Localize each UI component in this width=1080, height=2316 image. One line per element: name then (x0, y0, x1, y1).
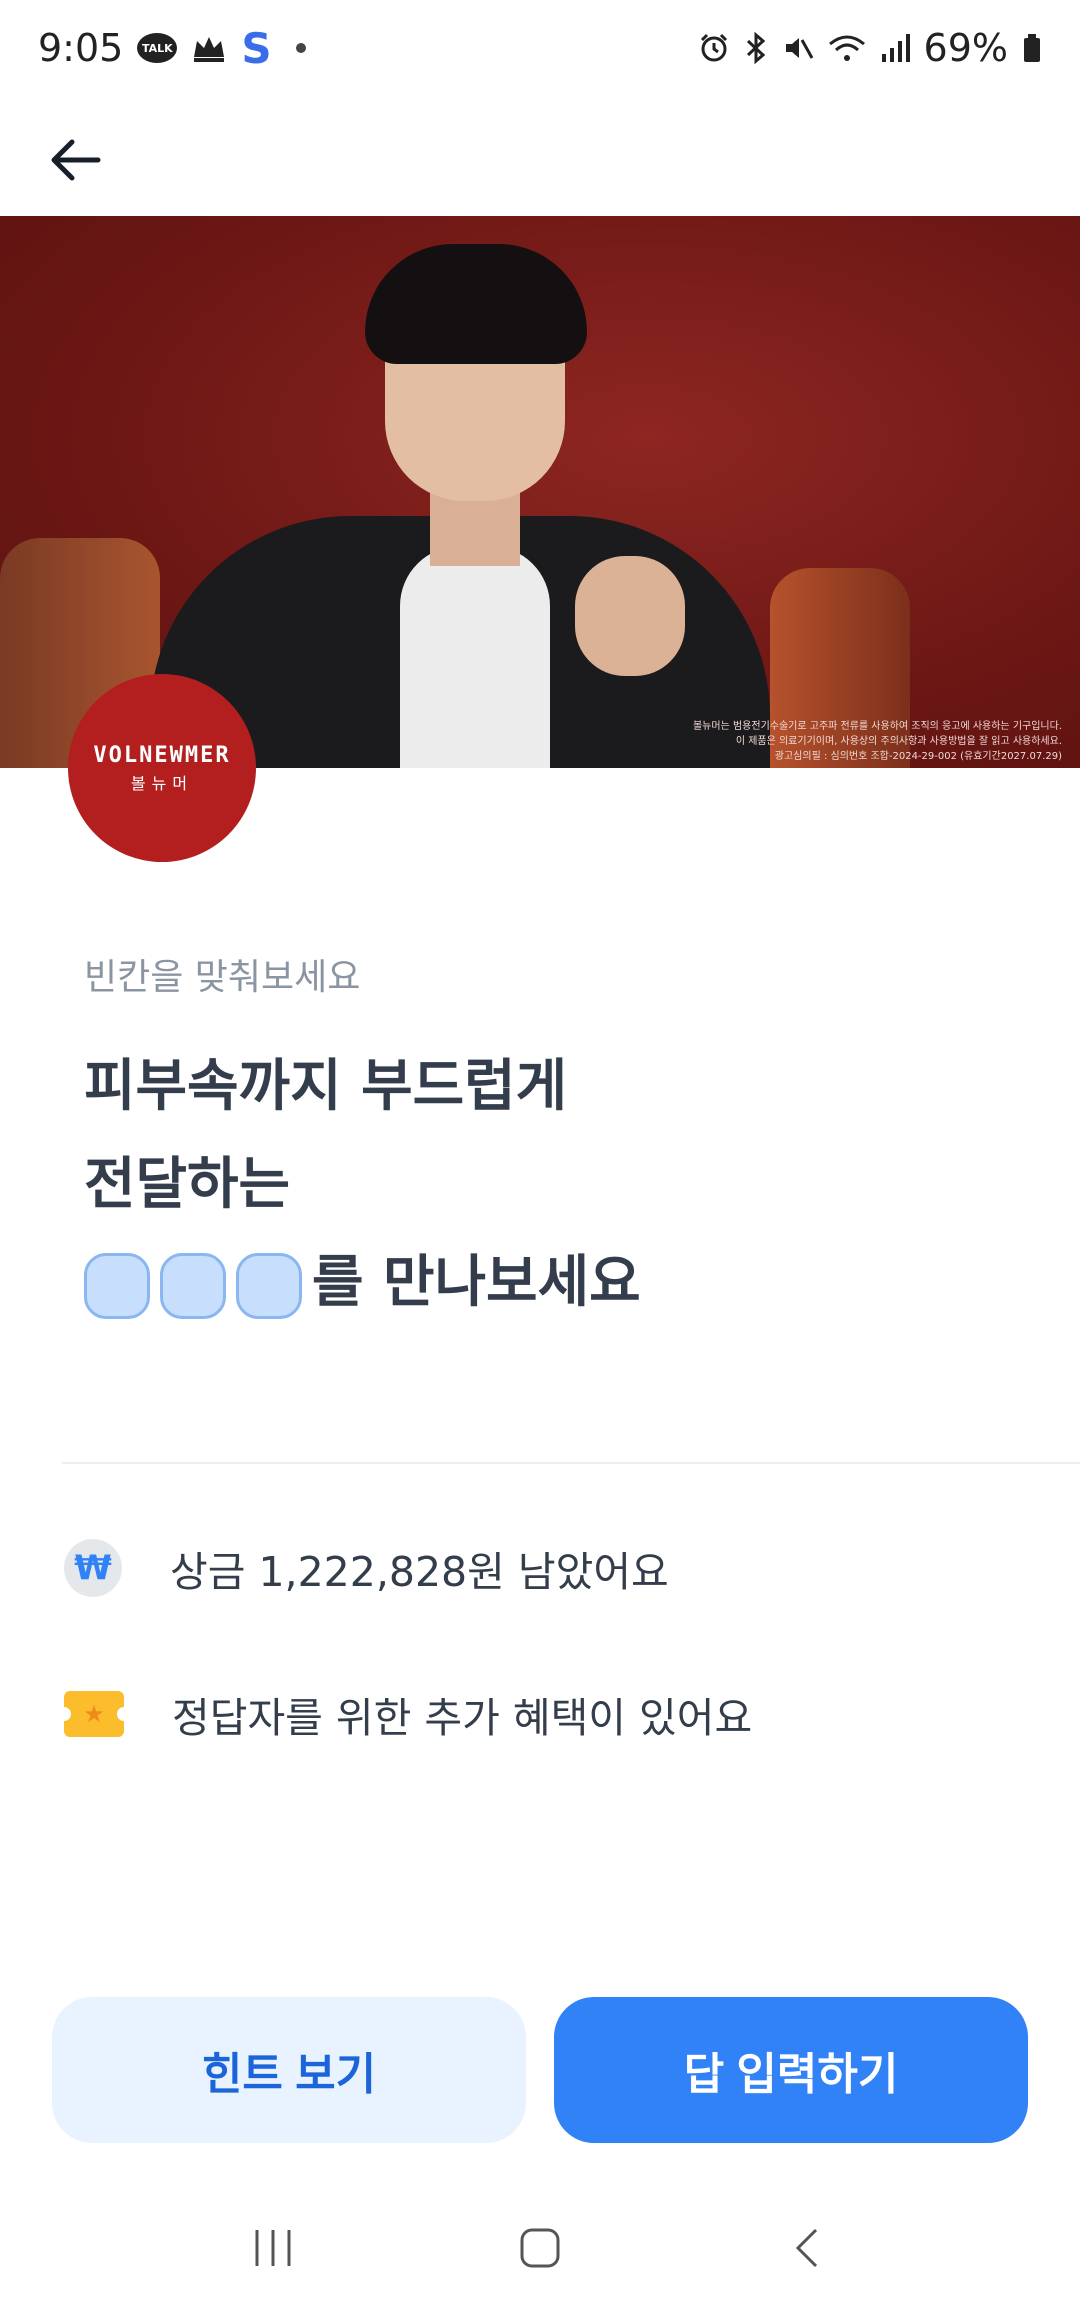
back-chevron-icon (795, 2228, 817, 2268)
quiz-instruction: 빈칸을 맞춰보세요 (84, 957, 361, 998)
banner-fine-print: 볼뉴머는 범용전기수술기로 고주파 전류를 사용하여 조직의 응고에 사용하는 … (692, 721, 1062, 762)
s-app-icon: S (241, 23, 272, 73)
model-hair (365, 244, 587, 364)
won-coin-icon: ₩ (64, 1539, 122, 1597)
prize-text: 상금 1,222,828원 남았어요 (170, 1548, 669, 1596)
brand-logo: VOLNEWMER 볼뉴머 (68, 674, 256, 862)
hint-button[interactable]: 힌트 보기 (52, 1997, 526, 2143)
status-time: 9:05 (38, 26, 124, 70)
signal-icon (880, 32, 910, 64)
section-divider (62, 1462, 1080, 1464)
home-button[interactable] (490, 2208, 590, 2288)
question-line-2: 전달하는 (84, 1152, 291, 1217)
notification-dot-icon (295, 43, 306, 53)
top-bar (0, 96, 1080, 216)
back-button[interactable] (30, 116, 118, 204)
crown-icon (191, 33, 227, 63)
prize-info-row: ₩ 상금 1,222,828원 남았어요 (64, 1538, 669, 1598)
status-bar: 9:05 TALK S 69% (0, 0, 1080, 96)
enter-answer-button[interactable]: 답 입력하기 (554, 1997, 1028, 2143)
brand-name-en: VOLNEWMER (93, 742, 231, 768)
answer-blanks (84, 1252, 302, 1319)
answer-blank (160, 1252, 226, 1319)
alarm-icon (698, 32, 730, 64)
back-nav-button[interactable] (757, 2208, 857, 2288)
bonus-text: 정답자를 위한 추가 혜택이 있어요 (172, 1694, 753, 1742)
kakaotalk-icon: TALK (137, 33, 178, 63)
system-nav-bar (0, 2180, 1080, 2316)
recent-apps-button[interactable] (223, 2208, 323, 2288)
battery-percent: 69% (923, 26, 1008, 70)
bluetooth-icon (744, 32, 768, 64)
home-icon (520, 2228, 560, 2268)
recent-apps-icon (255, 2230, 291, 2266)
question-line-3: 를 만나보세요 (84, 1234, 641, 1332)
quiz-question: 피부속까지 부드럽게 전달하는 를 만나보세요 (84, 1038, 641, 1332)
model-shirt (400, 546, 550, 768)
question-line-1: 피부속까지 부드럽게 (84, 1054, 568, 1119)
bonus-info-row: ★ 정답자를 위한 추가 혜택이 있어요 (57, 1684, 753, 1744)
answer-blank (236, 1252, 302, 1319)
answer-blank (84, 1252, 150, 1319)
back-arrow-icon (51, 139, 101, 181)
wifi-icon (828, 32, 866, 64)
brand-name-ko: 볼뉴머 (130, 773, 194, 793)
mute-icon (782, 32, 814, 64)
question-line-3-text: 를 만나보세요 (312, 1250, 641, 1315)
model-hand (575, 556, 685, 676)
ticket-icon: ★ (57, 1691, 131, 1737)
battery-icon (1022, 32, 1042, 64)
